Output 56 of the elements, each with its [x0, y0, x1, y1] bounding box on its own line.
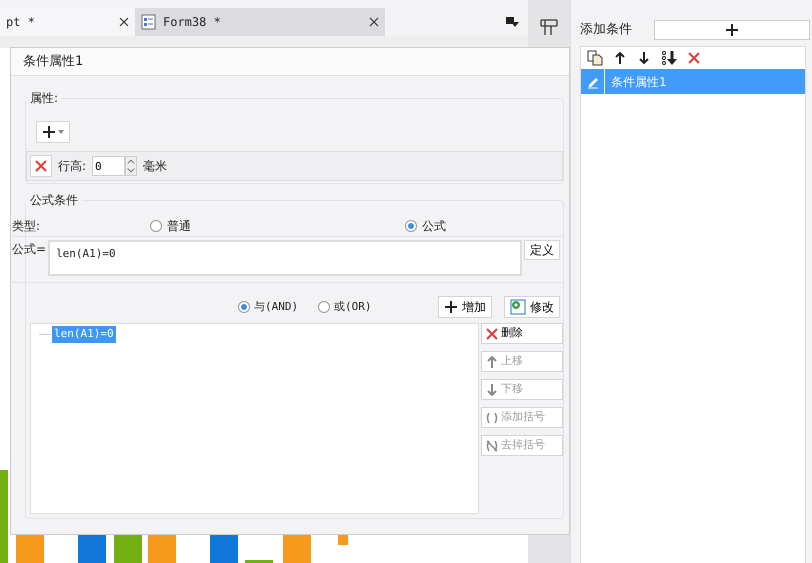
dropdown-icon [505, 16, 519, 28]
up-arrow-icon [613, 51, 627, 65]
chart-bar [114, 535, 142, 563]
delete-icon [687, 51, 701, 65]
chart-bar [148, 535, 176, 563]
section-legend: 属性: [26, 89, 62, 107]
radio-button[interactable] [405, 220, 417, 232]
delete-icon [34, 159, 48, 173]
radio-label: 与(AND) [254, 298, 298, 315]
radio-button[interactable] [238, 301, 250, 313]
formula-label: 公式= [12, 241, 46, 258]
type-label: 类型: [12, 218, 42, 234]
formula-field[interactable]: len(A1)=0 [48, 240, 522, 276]
chart-bar [16, 535, 44, 563]
add-condition-label: 添加条件 [580, 21, 632, 40]
parentheses-icon [485, 410, 499, 424]
add-attribute-button[interactable] [36, 121, 70, 143]
chart-bar [210, 535, 238, 563]
delete-icon [485, 326, 499, 340]
define-button[interactable]: 定义 [524, 240, 560, 260]
plus-icon [725, 23, 739, 37]
copy-icon [587, 50, 603, 66]
move-bottom-icon [661, 50, 677, 66]
plus-icon [444, 300, 458, 314]
radio-label: 或(OR) [334, 298, 372, 315]
tab-label: pt * [6, 14, 36, 31]
up-arrow-icon [485, 354, 499, 368]
edit-button[interactable]: 修改 [504, 296, 560, 318]
radio-button[interactable] [150, 220, 162, 232]
row-height-label: 行高: [58, 158, 86, 175]
dialog-title: 条件属性1 [11, 48, 569, 76]
spin-buttons-icon [125, 156, 138, 176]
add-button[interactable]: 增加 [438, 296, 492, 318]
grid-icon [540, 18, 558, 36]
chart-bar [245, 560, 273, 563]
chart-bar [338, 535, 348, 545]
unit-label: 毫米 [143, 158, 168, 175]
remove-parentheses-icon [485, 438, 499, 452]
chart-bar [78, 535, 106, 563]
close-icon [119, 17, 129, 27]
down-arrow-icon [637, 51, 651, 65]
number-field[interactable]: 0 [92, 156, 126, 176]
remove-attribute-button[interactable] [30, 155, 52, 177]
editor-tab[interactable]: Form38 * [135, 8, 385, 36]
caret-icon [58, 130, 64, 134]
radio-button[interactable] [318, 301, 330, 313]
down-arrow-icon [485, 382, 499, 396]
section-legend: 公式条件 [26, 191, 82, 209]
chart-bar [283, 535, 311, 563]
tab-label: Form38 * [163, 14, 222, 31]
close-icon [369, 17, 379, 27]
radio-label: 普通 [167, 218, 191, 234]
plus-icon [42, 125, 56, 139]
action-button[interactable]: 删除 [481, 323, 563, 344]
condition-label: 条件属性1 [611, 74, 667, 90]
radio-label: 公式 [422, 218, 446, 234]
